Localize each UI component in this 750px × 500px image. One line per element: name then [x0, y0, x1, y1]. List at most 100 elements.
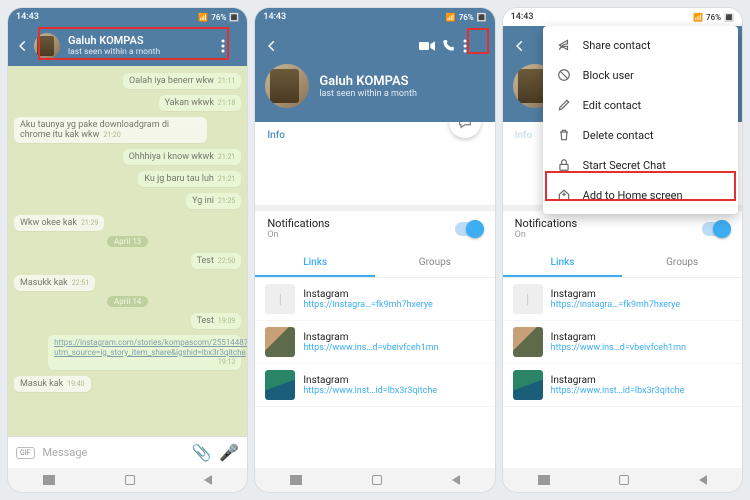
date-chip: April 14	[14, 297, 241, 307]
notifications-toggle[interactable]	[455, 222, 483, 236]
attach-icon[interactable]: 📎	[191, 443, 211, 462]
message-input[interactable]: Message	[43, 446, 184, 459]
edit-icon	[557, 98, 571, 112]
link-title: Instagram	[551, 332, 732, 343]
menu-item-delete[interactable]: Delete contact	[543, 120, 738, 150]
nav-home-icon[interactable]	[125, 475, 135, 485]
delete-icon	[557, 128, 571, 142]
android-navbar	[255, 468, 494, 492]
message-row[interactable]: https://instagram.com/stories/kompascom/…	[14, 332, 241, 373]
menu-item-home[interactable]: Add to Home screen	[543, 180, 738, 210]
menu-item-edit[interactable]: Edit contact	[543, 90, 738, 120]
lock-icon	[557, 158, 571, 172]
menu-item-label: Edit contact	[583, 99, 641, 112]
phone-profile-menu: 14:43 📶76%🔳 Share contact Block user Edi…	[503, 8, 742, 492]
android-navbar	[8, 468, 247, 492]
nav-home-icon[interactable]	[372, 475, 382, 485]
message-row[interactable]: Ku jg baru tau luh21:21	[14, 168, 241, 190]
context-menu: Share contact Block user Edit contact De…	[543, 26, 738, 214]
chat-header[interactable]: Galuh KOMPAS last seen within a month	[8, 26, 247, 66]
profile-tabs: Links Groups	[255, 250, 494, 278]
message-row[interactable]: Wkw okee kak21:29	[14, 212, 241, 234]
voice-call-icon[interactable]	[441, 39, 463, 53]
link-row[interactable]: Instagram https://www.ins…d=vbeivfceh1mn	[255, 321, 494, 364]
message-row[interactable]: Aku taunya yg pake downloadgram di chrom…	[14, 114, 241, 146]
nav-back-icon[interactable]	[699, 475, 707, 485]
link-url: https://instagra…=fk9mh7hxerye	[551, 300, 732, 310]
share-icon	[557, 38, 571, 52]
last-seen: last seen within a month	[68, 47, 221, 57]
link-thumb	[265, 370, 295, 400]
link-thumb	[513, 370, 543, 400]
link-url: https://www.inst…id=lbx3r3qitche	[303, 386, 484, 396]
menu-item-label: Share contact	[583, 39, 651, 52]
contact-name: Galuh KOMPAS	[68, 35, 221, 47]
link-thumb	[265, 327, 295, 357]
status-bar: 14:43 📶76%🔳	[8, 8, 247, 26]
link-title: Instagram	[303, 375, 484, 386]
nav-back-icon[interactable]	[452, 475, 460, 485]
chat-title-block[interactable]: Galuh KOMPAS last seen within a month	[68, 35, 221, 57]
profile-header: Galuh KOMPAS last seen within a month	[255, 26, 494, 122]
link-row[interactable]: I Instagram https://instagra…=fk9mh7hxer…	[503, 278, 742, 321]
link-title: Instagram	[551, 289, 732, 300]
message-row[interactable]: Test19:09	[14, 310, 241, 332]
profile-last-seen: last seen within a month	[319, 89, 417, 99]
phone-profile: 14:43 📶76%🔳 Galuh KOMPAS last seen withi…	[255, 8, 494, 492]
link-thumb: I	[265, 284, 295, 314]
menu-item-label: Start Secret Chat	[583, 159, 666, 172]
nav-recent-icon[interactable]	[290, 475, 302, 485]
nav-recent-icon[interactable]	[538, 475, 550, 485]
message-row[interactable]: Oalah iya benerr wkw21:11	[14, 70, 241, 92]
notifications-toggle[interactable]	[702, 222, 730, 236]
mic-icon[interactable]: 🎤	[219, 443, 239, 462]
link-url: https://www.ins…d=vbeivfceh1mn	[303, 343, 484, 353]
nav-home-icon[interactable]	[619, 475, 629, 485]
nav-recent-icon[interactable]	[43, 475, 55, 485]
block-icon	[557, 68, 571, 82]
message-row[interactable]: Masukk kak22:51	[14, 272, 241, 294]
status-time: 14:43	[16, 12, 198, 22]
back-icon[interactable]	[265, 39, 418, 53]
back-icon[interactable]	[16, 39, 30, 53]
profile-name: Galuh KOMPAS	[319, 74, 417, 89]
link-thumb: I	[513, 284, 543, 314]
menu-item-share[interactable]: Share contact	[543, 30, 738, 60]
more-icon[interactable]	[221, 39, 239, 53]
tab-groups[interactable]: Groups	[622, 250, 742, 277]
message-row[interactable]: Masuk kak19:40	[14, 373, 241, 395]
avatar[interactable]	[265, 64, 309, 108]
notifications-label: Notifications	[267, 217, 454, 230]
link-thumb	[513, 327, 543, 357]
avatar[interactable]	[34, 33, 60, 59]
menu-item-block[interactable]: Block user	[543, 60, 738, 90]
link-row[interactable]: Instagram https://www.inst…id=lbx3r3qitc…	[503, 364, 742, 407]
message-row[interactable]: Yakan wkwk21:18	[14, 92, 241, 114]
message-row[interactable]: Yg ini21:25	[14, 190, 241, 212]
gif-button[interactable]: GIF	[16, 447, 35, 459]
status-bar: 14:43 📶76%🔳	[255, 8, 494, 26]
menu-item-label: Add to Home screen	[583, 189, 683, 202]
android-navbar	[503, 468, 742, 492]
menu-item-label: Block user	[583, 69, 634, 82]
chat-body[interactable]: Oalah iya benerr wkw21:11Yakan wkwk21:18…	[8, 66, 247, 436]
link-title: Instagram	[551, 375, 732, 386]
more-icon[interactable]	[463, 39, 485, 53]
message-row[interactable]: Test22:50	[14, 250, 241, 272]
link-row[interactable]: I Instagram https://instagra…=fk9mh7hxer…	[255, 278, 494, 321]
video-call-icon[interactable]	[419, 40, 441, 52]
profile-body: Info +62 812 82634946 @galputriy26 Notif…	[255, 122, 494, 468]
tab-links[interactable]: Links	[503, 250, 623, 277]
status-icons: 📶76%🔳	[198, 13, 239, 22]
nav-back-icon[interactable]	[204, 475, 212, 485]
notifications-row[interactable]: Notifications On	[255, 205, 494, 250]
link-row[interactable]: Instagram https://www.ins…d=vbeivfceh1mn	[503, 321, 742, 364]
tab-links[interactable]: Links	[255, 250, 375, 277]
menu-item-lock[interactable]: Start Secret Chat	[543, 150, 738, 180]
message-row[interactable]: Ohhhiya i know wkwk21:21	[14, 146, 241, 168]
status-bar: 14:43 📶76%🔳	[503, 8, 742, 26]
link-row[interactable]: Instagram https://www.inst…id=lbx3r3qitc…	[255, 364, 494, 407]
link-title: Instagram	[303, 289, 484, 300]
tab-groups[interactable]: Groups	[375, 250, 495, 277]
menu-item-label: Delete contact	[583, 129, 654, 142]
